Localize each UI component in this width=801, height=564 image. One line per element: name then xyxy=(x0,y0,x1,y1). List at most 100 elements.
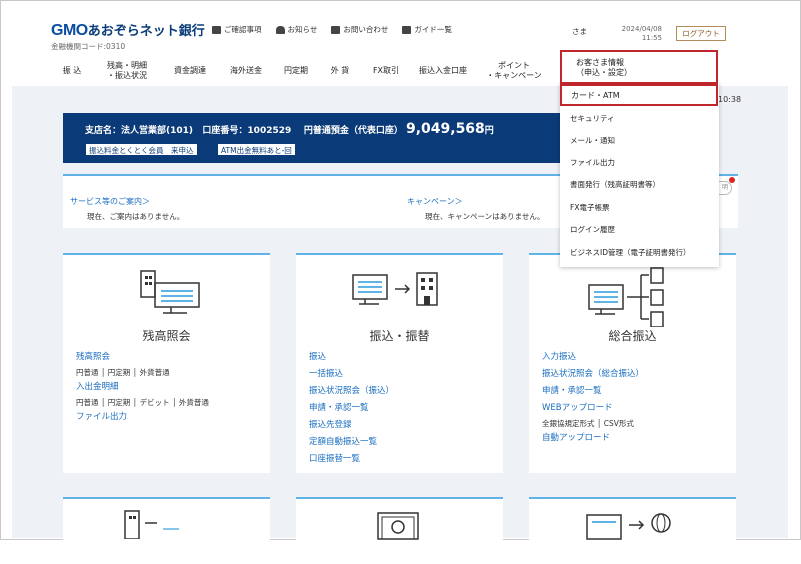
notice-panel: サービス等のご案内＞ 現在、ご案内はありません。 キャンペーン＞ 現在、キャンペ… xyxy=(63,174,561,228)
link-payee-registration[interactable]: 振込先登録 xyxy=(309,417,394,434)
menu-item-business-id[interactable]: ビジネスID管理（電子証明書発行） xyxy=(570,247,691,258)
card-links: 振込 一括振込 振込状況照会（振込） 申請・承認一覧 振込先登録 定額自動振込一… xyxy=(309,349,394,468)
logout-button[interactable]: ログアウト xyxy=(676,26,726,41)
link-transfer-status[interactable]: 振込状況照会（振込） xyxy=(309,383,394,400)
nav-label: 海外送金 xyxy=(230,66,262,75)
link-auto-upload[interactable]: 自動アップロード xyxy=(542,430,644,447)
bank-logo[interactable]: GMOあおぞらネット銀行 xyxy=(51,20,205,40)
monitor-arrow-building-icon xyxy=(352,272,438,306)
link-file-output[interactable]: ファイル出力 xyxy=(76,409,209,426)
menu-item-mail-notification[interactable]: メール・通知 xyxy=(570,135,615,146)
nav-label: 振 込 xyxy=(62,66,82,75)
menu-item-login-history[interactable]: ログイン履歴 xyxy=(570,224,615,235)
link-balance-inquiry[interactable]: 残高照会 xyxy=(76,349,209,366)
balance-sub-links[interactable]: 円普通 │ 円定期 │ 外貨普通 xyxy=(76,366,209,379)
nav-customer-info[interactable]: お客さま情報 （申込・設定） xyxy=(560,50,718,84)
guide-book-icon xyxy=(402,25,412,34)
balance-amount: 9,049,568 xyxy=(405,121,485,137)
card-row2-1 xyxy=(63,497,270,540)
card-bulk-transfer: 総合振込 入力振込 振込状況照会（総合振込） 申請・承認一覧 WEBアップロード… xyxy=(529,253,736,473)
service-info-link[interactable]: サービス等のご案内＞ xyxy=(70,196,150,207)
nav-label: ポイント ・キャンペーン xyxy=(486,61,542,80)
menu-item-card-atm[interactable]: カード・ATM xyxy=(560,84,718,106)
customer-info-dropdown: セキュリティ メール・通知 ファイル出力 書面発行（残高証明書等） FX電子帳票… xyxy=(560,83,719,267)
nav-label: 円定期 xyxy=(284,66,308,75)
nav-label: 振込入金口座 xyxy=(419,66,467,75)
header-link-confirm[interactable]: ご確認事項 xyxy=(212,24,262,35)
unread-indicator xyxy=(729,177,735,183)
nav-fx[interactable]: FX取引 xyxy=(362,66,410,76)
link-account-transfer[interactable]: 口座振替一覧 xyxy=(309,451,394,468)
login-datetime: 2024/04/08 11:55 xyxy=(620,25,662,43)
nav-label: FX取引 xyxy=(372,66,400,75)
card-row2-2 xyxy=(296,497,503,540)
user-name: さま xyxy=(572,27,587,36)
link-input-transfer[interactable]: 入力振込 xyxy=(542,349,644,366)
upload-format-links[interactable]: 全銀協規定形式 │ CSV形式 xyxy=(542,417,644,430)
branch-name: 支店名：法人営業部(101) xyxy=(85,126,194,136)
header-link-guide[interactable]: ガイド一覧 xyxy=(402,24,452,35)
card-title: 残高照会 xyxy=(142,329,191,343)
document-check-icon xyxy=(212,25,221,34)
main-nav: 振 込 残高・明細 ・振込状況 資金調達 海外送金 円定期 外 貨 FX取引 振… xyxy=(52,58,552,84)
card-title: 振込・振替 xyxy=(369,329,430,343)
card-links: 残高照会 円普通 │ 円定期 │ 外貨普通 入出金明細 円普通 │ 円定期 │ … xyxy=(76,349,209,426)
monitor-multi-building-icon xyxy=(588,267,664,327)
card-balance: 残高照会 残高照会 円普通 │ 円定期 │ 外貨普通 入出金明細 円普通 │ 円… xyxy=(63,253,270,473)
account-number: 口座番号：1002529 xyxy=(202,126,292,136)
logo-bank-name: あおぞらネット銀行 xyxy=(87,23,205,38)
nav-transfer[interactable]: 振 込 xyxy=(52,66,92,76)
link-statement[interactable]: 入出金明細 xyxy=(76,379,209,396)
menu-item-file-output[interactable]: ファイル出力 xyxy=(570,157,615,168)
atm-free-badge[interactable]: ATM出金無料あと-回 xyxy=(217,143,296,156)
nav-foreign-currency[interactable]: 外 貨 xyxy=(318,66,362,76)
campaign-text: 現在、キャンペーンはありません。 xyxy=(425,212,545,221)
building-icon xyxy=(124,510,179,539)
menu-item-security[interactable]: セキュリティ xyxy=(570,113,615,124)
header-link-label: お知らせ xyxy=(287,25,318,34)
campaign-link[interactable]: キャンペーン＞ xyxy=(407,196,463,207)
nav-time-deposit[interactable]: 円定期 xyxy=(274,66,318,76)
account-line: 支店名：法人営業部(101) 口座番号：1002529 円普通預金（代表口座） … xyxy=(85,121,494,137)
cash-icon xyxy=(377,512,419,540)
logo-brand: GMO xyxy=(51,22,88,39)
card-row2-3 xyxy=(529,497,736,540)
link-bulk-status[interactable]: 振込状況照会（総合振込） xyxy=(542,366,644,383)
menu-item-card-atm-label: カード・ATM xyxy=(571,91,620,100)
monitor-globe-icon xyxy=(586,513,671,540)
link-approval-list[interactable]: 申請・承認一覧 xyxy=(309,400,394,417)
link-scheduled-transfer[interactable]: 定額自動振込一覧 xyxy=(309,434,394,451)
building-monitor-icon xyxy=(140,270,200,314)
link-web-upload[interactable]: WEBアップロード xyxy=(542,400,644,417)
card-transfer: 振込・振替 振込 一括振込 振込状況照会（振込） 申請・承認一覧 振込先登録 定… xyxy=(296,253,503,473)
account-summary: 支店名：法人営業部(101) 口座番号：1002529 円普通預金（代表口座） … xyxy=(63,113,561,163)
login-time: 11:55 xyxy=(641,34,662,42)
header-link-label: ご確認事項 xyxy=(224,25,262,34)
link-transfer[interactable]: 振込 xyxy=(309,349,394,366)
nav-customer-info-line1: お客さま情報 xyxy=(576,58,624,67)
membership-badge[interactable]: 振込料金とくとく会員 来申込 xyxy=(85,143,198,156)
header-link-label: お問い合わせ xyxy=(343,25,389,34)
nav-deposit-account[interactable]: 振込入金口座 xyxy=(410,66,476,76)
menu-item-document-issue[interactable]: 書面発行（残高証明書等） xyxy=(570,179,660,190)
link-approval-list[interactable]: 申請・承認一覧 xyxy=(542,383,644,400)
nav-overseas-remittance[interactable]: 海外送金 xyxy=(218,66,274,76)
menu-item-fx-report[interactable]: FX電子帳票 xyxy=(570,202,609,213)
nav-financing[interactable]: 資金調達 xyxy=(162,66,218,76)
nav-label: 残高・明細 ・振込状況 xyxy=(107,61,147,80)
nav-balance-statement[interactable]: 残高・明細 ・振込状況 xyxy=(92,61,162,81)
clock-fragment: 10:38 xyxy=(718,95,742,104)
header-link-news[interactable]: お知らせ xyxy=(275,24,318,35)
card-links: 入力振込 振込状況照会（総合振込） 申請・承認一覧 WEBアップロード 全銀協規… xyxy=(542,349,644,447)
header-link-contact[interactable]: お問い合わせ xyxy=(331,24,388,35)
statement-sub-links[interactable]: 円普通 │ 円定期 │ デビット │ 外貨普通 xyxy=(76,396,209,409)
service-info-text: 現在、ご案内はありません。 xyxy=(87,212,185,221)
login-date: 2024/04/08 xyxy=(621,25,662,33)
card-title: 総合振込 xyxy=(608,329,657,343)
header-link-label: ガイド一覧 xyxy=(414,25,452,34)
link-bulk-transfer[interactable]: 一括振込 xyxy=(309,366,394,383)
bank-code: 金融機関コード:0310 xyxy=(51,42,126,51)
nav-points-campaign[interactable]: ポイント ・キャンペーン xyxy=(476,61,552,81)
bell-icon xyxy=(275,25,285,34)
mail-icon xyxy=(331,25,341,34)
